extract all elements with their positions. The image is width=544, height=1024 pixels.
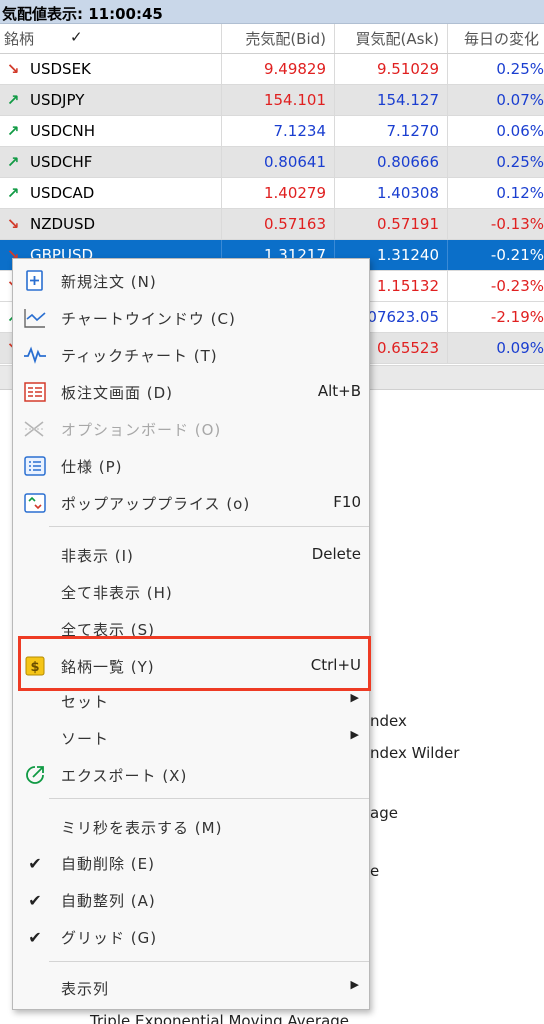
shortcut-label: Delete bbox=[311, 545, 361, 563]
symbol-name: USDCAD bbox=[30, 184, 95, 202]
bid-price: 7.1234 bbox=[222, 116, 335, 146]
symbol-name: USDJPY bbox=[30, 91, 85, 109]
arrow-up-icon: ↗ bbox=[6, 91, 20, 109]
daily-change: 0.12% bbox=[496, 184, 544, 202]
depth-of-market-icon bbox=[23, 381, 47, 403]
table-row[interactable]: ↗ USDCAD 1.40279 1.40308 0.12% bbox=[0, 178, 544, 209]
menu-item-tick-chart[interactable]: ティックチャート (T) bbox=[13, 337, 369, 373]
arrow-down-icon: ↘ bbox=[6, 60, 20, 78]
checkmark-icon: ✔ bbox=[28, 890, 42, 910]
menu-item-popup-prices[interactable]: ポップアッププライス (o) F10 bbox=[13, 485, 369, 521]
checkmark-icon: ✔ bbox=[28, 927, 42, 947]
ask-price: 0.57191 bbox=[335, 209, 448, 239]
table-row[interactable]: ↗ USDCNH 7.1234 7.1270 0.06% bbox=[0, 116, 544, 147]
window-title: 気配値表示: 11:00:45 bbox=[2, 5, 163, 23]
indicator-item[interactable]: ndex bbox=[370, 712, 407, 730]
menu-separator bbox=[49, 526, 369, 527]
ask-price: 154.127 bbox=[335, 85, 448, 115]
daily-change: -2.19% bbox=[490, 308, 544, 326]
submenu-arrow-icon: ▶ bbox=[350, 691, 359, 704]
submenu-arrow-icon: ▶ bbox=[350, 978, 359, 991]
menu-item-show-milliseconds[interactable]: ミリ秒を表示する (M) bbox=[13, 809, 369, 845]
ask-price: 9.51029 bbox=[335, 54, 448, 84]
specification-icon bbox=[23, 455, 47, 477]
table-row[interactable]: ↗ USDCHF 0.80641 0.80666 0.25% bbox=[0, 147, 544, 178]
export-icon bbox=[23, 764, 47, 786]
column-header-daily-change[interactable]: 毎日の変化 bbox=[448, 24, 544, 53]
table-row[interactable]: ↘ USDSEK 9.49829 9.51029 0.25% bbox=[0, 54, 544, 85]
menu-item-hide-all[interactable]: 全て非表示 (H) bbox=[13, 574, 369, 610]
daily-change: 0.06% bbox=[496, 122, 544, 140]
daily-change: -0.13% bbox=[490, 215, 544, 233]
daily-change: 0.25% bbox=[496, 60, 544, 78]
menu-item-columns[interactable]: 表示列 ▶ bbox=[13, 970, 369, 1006]
window-titlebar: 気配値表示: 11:00:45 bbox=[0, 0, 544, 24]
menu-item-new-order[interactable]: 新規注文 (N) bbox=[13, 263, 369, 299]
arrow-up-icon: ↗ bbox=[6, 122, 20, 140]
menu-item-auto-remove[interactable]: ✔ 自動削除 (E) bbox=[13, 845, 369, 881]
bid-price: 0.57163 bbox=[222, 209, 335, 239]
checkmark-icon: ✓ bbox=[70, 28, 83, 46]
menu-item-option-board[interactable]: オプションボード (O) bbox=[13, 411, 369, 447]
column-header-symbol[interactable]: 銘柄 bbox=[0, 24, 222, 53]
menu-item-auto-arrange[interactable]: ✔ 自動整列 (A) bbox=[13, 882, 369, 918]
ask-price: 1.40308 bbox=[335, 178, 448, 208]
tick-chart-icon bbox=[23, 344, 47, 366]
daily-change: -0.21% bbox=[490, 246, 544, 264]
column-header-ask[interactable]: 買気配(Ask) bbox=[335, 24, 448, 53]
symbol-name: USDCHF bbox=[30, 153, 93, 171]
ask-price: 0.80666 bbox=[335, 147, 448, 177]
symbol-name: USDCNH bbox=[30, 122, 96, 140]
indicator-item[interactable]: Triple Exponential Moving Average bbox=[90, 1012, 349, 1024]
menu-item-specification[interactable]: 仕様 (P) bbox=[13, 448, 369, 484]
table-header: 銘柄 ✓ 売気配(Bid) 買気配(Ask) 毎日の変化 bbox=[0, 24, 544, 54]
daily-change: -0.23% bbox=[490, 277, 544, 295]
menu-item-export[interactable]: エクスポート (X) bbox=[13, 757, 369, 793]
symbol-name: USDSEK bbox=[30, 60, 91, 78]
highlight-box bbox=[18, 636, 371, 691]
daily-change: 0.25% bbox=[496, 153, 544, 171]
bid-price: 9.49829 bbox=[222, 54, 335, 84]
bid-price: 154.101 bbox=[222, 85, 335, 115]
menu-item-grid[interactable]: ✔ グリッド (G) bbox=[13, 919, 369, 955]
table-row[interactable]: ↘ NZDUSD 0.57163 0.57191 -0.13% bbox=[0, 209, 544, 240]
context-menu: 新規注文 (N) チャートウインドウ (C) ティックチャート (T) 板注文画… bbox=[12, 258, 370, 1010]
menu-separator bbox=[49, 798, 369, 799]
menu-item-depth-of-market[interactable]: 板注文画面 (D) Alt+B bbox=[13, 374, 369, 410]
submenu-arrow-icon: ▶ bbox=[350, 728, 359, 741]
shortcut-label: F10 bbox=[333, 493, 361, 511]
ask-price: 7.1270 bbox=[335, 116, 448, 146]
arrow-up-icon: ↗ bbox=[6, 153, 20, 171]
indicator-item[interactable]: ndex Wilder bbox=[370, 744, 459, 762]
bid-price: 1.40279 bbox=[222, 178, 335, 208]
indicator-item[interactable]: e bbox=[370, 862, 379, 880]
symbol-name: NZDUSD bbox=[30, 215, 96, 233]
line-chart-icon bbox=[23, 307, 47, 329]
column-header-bid[interactable]: 売気配(Bid) bbox=[222, 24, 335, 53]
bid-price: 0.80641 bbox=[222, 147, 335, 177]
checkmark-icon: ✔ bbox=[28, 853, 42, 873]
arrow-down-icon: ↘ bbox=[6, 215, 20, 233]
daily-change: 0.07% bbox=[496, 91, 544, 109]
daily-change: 0.09% bbox=[496, 339, 544, 357]
popup-prices-icon bbox=[23, 492, 47, 514]
menu-separator bbox=[49, 961, 369, 962]
menu-item-sort[interactable]: ソート ▶ bbox=[13, 720, 369, 756]
option-board-icon bbox=[23, 418, 47, 440]
menu-item-chart-window[interactable]: チャートウインドウ (C) bbox=[13, 300, 369, 336]
shortcut-label: Alt+B bbox=[317, 382, 361, 400]
indicator-item[interactable]: age bbox=[370, 804, 398, 822]
arrow-up-icon: ↗ bbox=[6, 184, 20, 202]
table-row[interactable]: ↗ USDJPY 154.101 154.127 0.07% bbox=[0, 85, 544, 116]
new-order-icon bbox=[23, 270, 47, 292]
menu-item-hide[interactable]: 非表示 (I) Delete bbox=[13, 537, 369, 573]
